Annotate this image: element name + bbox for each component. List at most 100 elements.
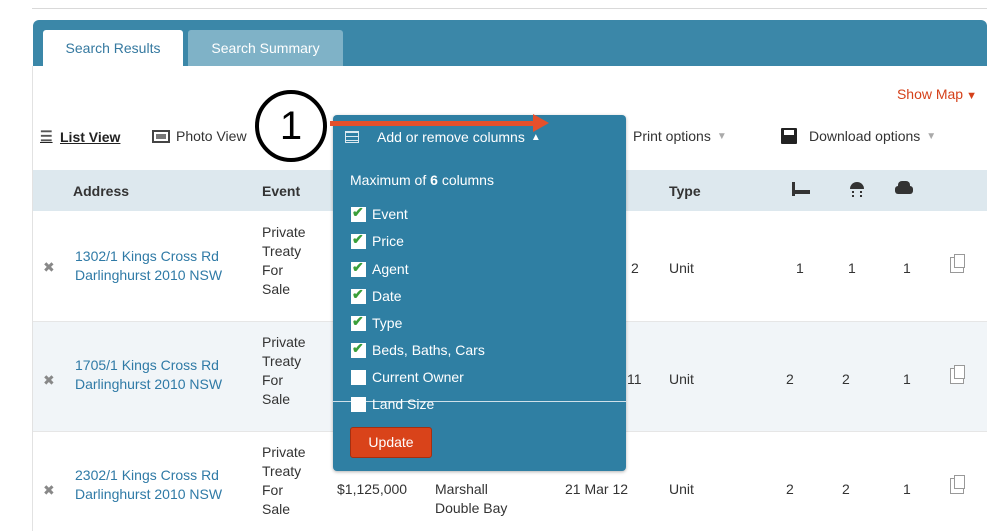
list-view-label: List View: [60, 128, 121, 145]
copy-icon[interactable]: [950, 254, 965, 273]
column-option-beds-baths-cars[interactable]: Beds, Baths, Cars: [351, 340, 485, 358]
type-cell: Unit: [669, 371, 694, 387]
show-map-label: Show Map: [896, 86, 964, 102]
address-line-1: 1302/1 Kings Cross Rd: [75, 248, 219, 264]
option-label: Beds, Baths, Cars: [372, 342, 485, 358]
header-event[interactable]: Event: [262, 183, 300, 199]
checkbox-checked[interactable]: [351, 231, 366, 249]
header-address[interactable]: Address: [73, 183, 129, 199]
option-label: Price: [372, 233, 404, 249]
event-cell: Private Treaty For Sale: [262, 333, 306, 409]
triangle-down-icon: ▼: [926, 130, 937, 142]
column-option-type[interactable]: Type: [351, 313, 403, 331]
callout-arrow-line: [330, 121, 535, 126]
columns-dropdown: Add or remove columns ▲ Maximum of 6 col…: [333, 115, 626, 471]
max-prefix: Maximum of: [350, 172, 427, 188]
photo-icon: [152, 129, 170, 143]
update-button[interactable]: Update: [350, 427, 432, 458]
top-border: [32, 8, 987, 9]
max-columns-note: Maximum of 6 columns: [350, 172, 494, 188]
checkbox-checked[interactable]: [351, 286, 366, 304]
date-cell: 11: [627, 371, 642, 387]
address-link[interactable]: 2302/1 Kings Cross Rd Darlinghurst 2010 …: [75, 466, 222, 504]
price-cell: $1,125,000: [337, 481, 408, 497]
max-value: 6: [430, 172, 438, 188]
option-label: Date: [372, 288, 402, 304]
address-line-1: 2302/1 Kings Cross Rd: [75, 467, 219, 483]
checkbox-checked[interactable]: [351, 340, 366, 358]
event-line: Private: [262, 224, 306, 240]
triangle-up-icon: ▲: [530, 131, 541, 143]
list-view-button[interactable]: ☰ List View: [40, 128, 120, 145]
show-map-link[interactable]: Show Map ▼: [897, 86, 977, 102]
address-link[interactable]: 1705/1 Kings Cross Rd Darlinghurst 2010 …: [75, 356, 222, 394]
column-option-agent[interactable]: Agent: [351, 259, 409, 277]
agent-line: Double Bay: [435, 500, 508, 516]
event-line: Treaty: [262, 243, 302, 259]
triangle-down-icon: ▼: [966, 90, 977, 102]
print-options-label: Print options: [633, 128, 711, 144]
option-label: Current Owner: [372, 369, 464, 385]
copy-icon[interactable]: [950, 475, 965, 494]
address-line-1: 1705/1 Kings Cross Rd: [75, 357, 219, 373]
event-cell: Private Treaty For Sale: [262, 443, 306, 519]
event-line: For: [262, 372, 283, 388]
checkbox-checked[interactable]: [351, 259, 366, 277]
table-columns-icon: [345, 131, 359, 143]
column-option-date[interactable]: Date: [351, 286, 402, 304]
list-icon: ☰: [40, 128, 53, 144]
remove-icon[interactable]: ✖: [43, 372, 55, 389]
address-line-2: Darlinghurst 2010 NSW: [75, 267, 223, 283]
cars-cell: 1: [903, 260, 911, 276]
event-line: Treaty: [262, 353, 302, 369]
download-options-button[interactable]: Download options ▼: [781, 128, 936, 144]
checkbox-checked[interactable]: [351, 204, 366, 222]
photo-view-button[interactable]: Photo View: [152, 128, 247, 144]
event-line: Sale: [262, 391, 291, 407]
copy-icon[interactable]: [950, 365, 965, 384]
max-suffix: columns: [441, 172, 494, 188]
option-label: Agent: [372, 261, 409, 277]
callout-arrow-head: [533, 114, 549, 132]
tab-search-results[interactable]: Search Results: [43, 30, 183, 66]
remove-icon[interactable]: ✖: [43, 482, 55, 499]
event-cell: Private Treaty For Sale: [262, 223, 306, 299]
event-line: For: [262, 482, 283, 498]
tab-search-summary[interactable]: Search Summary: [188, 30, 343, 66]
event-line: Private: [262, 334, 306, 350]
event-line: Sale: [262, 501, 291, 517]
checkbox-unchecked[interactable]: [351, 369, 366, 385]
agent-line: Marshall: [435, 481, 488, 497]
address-line-2: Darlinghurst 2010 NSW: [75, 376, 223, 392]
header-type[interactable]: Type: [669, 183, 701, 199]
type-cell: Unit: [669, 481, 694, 497]
callout-number-badge: 1: [255, 90, 327, 162]
date-cell: 2: [631, 260, 639, 276]
event-line: Private: [262, 444, 306, 460]
agent-cell: Marshall Double Bay: [435, 480, 507, 518]
shower-icon: [848, 180, 866, 198]
column-option-price[interactable]: Price: [351, 231, 404, 249]
date-cell: 21 Mar 12: [565, 481, 629, 497]
column-option-current-owner[interactable]: Current Owner: [351, 369, 464, 385]
baths-cell: 1: [848, 260, 856, 276]
add-remove-columns-button[interactable]: Add or remove columns ▲: [345, 129, 541, 145]
bed-icon: [792, 180, 810, 198]
address-line-2: Darlinghurst 2010 NSW: [75, 486, 223, 502]
add-remove-columns-label: Add or remove columns: [377, 129, 525, 145]
remove-icon[interactable]: ✖: [43, 259, 55, 276]
beds-cell: 2: [786, 371, 794, 387]
cars-cell: 1: [903, 371, 911, 387]
car-icon: [895, 180, 913, 198]
cars-cell: 1: [903, 481, 911, 497]
event-line: Sale: [262, 281, 291, 297]
option-label: Type: [372, 315, 403, 331]
checkbox-checked[interactable]: [351, 313, 366, 331]
option-label: Event: [372, 206, 408, 222]
option-label: Land Size: [372, 396, 435, 412]
column-option-event[interactable]: Event: [351, 204, 408, 222]
checkbox-unchecked[interactable]: [351, 396, 366, 412]
address-link[interactable]: 1302/1 Kings Cross Rd Darlinghurst 2010 …: [75, 247, 222, 285]
column-option-land-size[interactable]: Land Size: [351, 396, 434, 412]
photo-view-label: Photo View: [176, 128, 247, 144]
